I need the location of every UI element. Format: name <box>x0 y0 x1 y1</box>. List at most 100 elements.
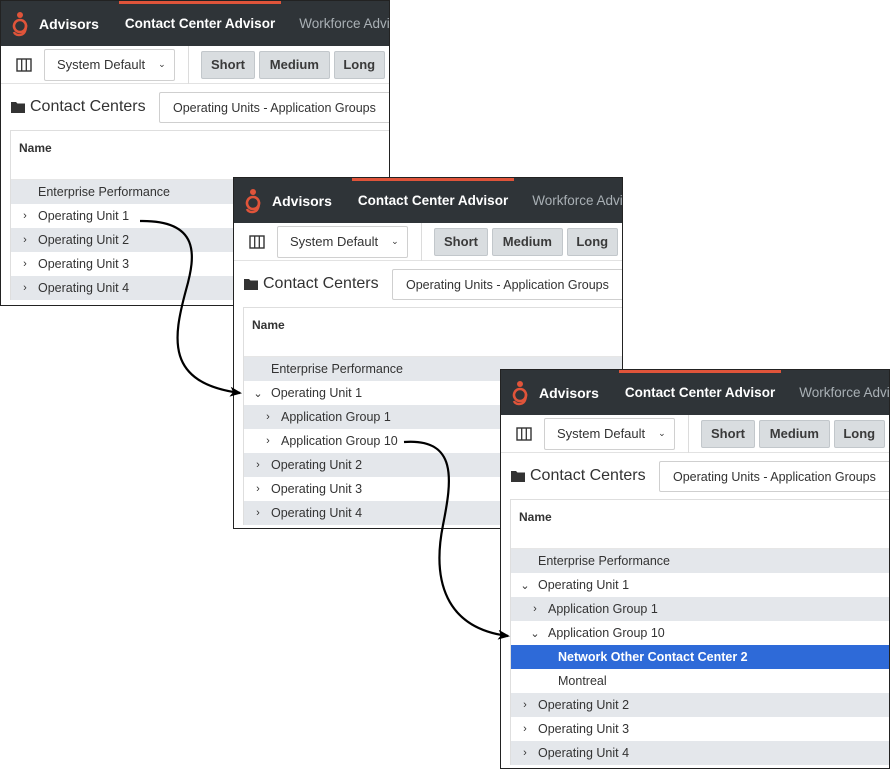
chevron-right-icon[interactable]: › <box>520 723 530 735</box>
chevron-down-icon[interactable]: ⌄ <box>530 627 540 640</box>
column-header-name: Name <box>244 308 622 357</box>
genesys-logo-icon <box>511 379 529 407</box>
columns-icon[interactable] <box>249 234 265 249</box>
long-period-button[interactable]: Long <box>566 227 618 256</box>
tree-row[interactable]: › Operating Unit 4 <box>511 741 889 765</box>
tree-row-label: Application Group 10 <box>548 626 665 640</box>
tree-row-label: Operating Unit 2 <box>271 458 363 472</box>
toolbar: System Default ⌄ Short Medium Long <box>1 45 389 84</box>
chevron-right-icon[interactable]: › <box>20 282 30 294</box>
column-header-name: Name <box>11 131 389 180</box>
tree-row[interactable]: ⌄ Application Group 10 <box>511 621 889 645</box>
long-period-button[interactable]: Long <box>333 50 385 79</box>
chevron-right-icon[interactable]: › <box>20 234 30 246</box>
tree-row-label: Application Group 1 <box>548 602 658 616</box>
view-select[interactable]: System Default ⌄ <box>277 225 408 258</box>
chevron-right-icon[interactable]: › <box>530 603 540 615</box>
section-title: Contact Centers <box>530 467 646 484</box>
tree-row-label: Montreal <box>558 674 607 688</box>
tree-row-label: Enterprise Performance <box>538 554 671 568</box>
tab-workforce-advisor[interactable]: Workforce Advisor <box>532 178 622 223</box>
chevron-down-icon: ⌄ <box>391 236 399 246</box>
tree-row[interactable]: ›Network Other Contact Center 2 <box>511 645 889 669</box>
tree-row-label: Application Group 1 <box>281 410 391 424</box>
tree-row[interactable]: › Operating Unit 2 <box>511 693 889 717</box>
chevron-down-icon[interactable]: ⌄ <box>520 579 530 592</box>
tree-row-label: Operating Unit 1 <box>538 578 630 592</box>
top-nav: Advisors Contact Center Advisor Workforce … <box>501 370 889 415</box>
chevron-right-icon[interactable]: › <box>263 411 273 423</box>
grouping-select[interactable]: Operating Units - Application Groups <box>159 92 389 123</box>
advisor-panel-3: Advisors Contact Center Advisor Workforce … <box>500 369 890 769</box>
chevron-right-icon[interactable]: › <box>253 507 263 519</box>
toolbar: System Default ⌄ Short Medium Long <box>501 414 889 453</box>
section-title: Contact Centers <box>30 98 146 115</box>
long-period-button[interactable]: Long <box>833 419 885 448</box>
brand-title: Advisors <box>539 384 599 401</box>
tab-workforce-advisor[interactable]: Workforce Advisor <box>299 1 389 46</box>
tab-contact-center-advisor[interactable]: Contact Center Advisor <box>118 1 282 46</box>
medium-period-button[interactable]: Medium <box>259 50 330 79</box>
top-nav: Advisors Contact Center Advisor Workforce … <box>1 1 389 46</box>
genesys-logo-icon <box>11 10 29 38</box>
section-header: Contact Centers Operating Units - Applica… <box>501 453 889 499</box>
medium-period-button[interactable]: Medium <box>759 419 830 448</box>
medium-period-button[interactable]: Medium <box>492 227 563 256</box>
grouping-select[interactable]: Operating Units - Application Groups <box>659 461 889 492</box>
toolbar-divider <box>187 45 189 84</box>
brand-title: Advisors <box>272 192 332 209</box>
tree-row-label: Operating Unit 4 <box>538 746 630 760</box>
tab-workforce-advisor[interactable]: Workforce Advisor <box>799 370 889 415</box>
tree-row[interactable]: ⌄ Operating Unit 1 <box>511 573 889 597</box>
chevron-right-icon[interactable]: › <box>253 483 263 495</box>
top-nav: Advisors Contact Center Advisor Workforce … <box>234 178 622 223</box>
tree-row[interactable]: ›Montreal <box>511 669 889 693</box>
folder-icon <box>244 278 258 290</box>
view-select-value: System Default <box>557 426 646 441</box>
section-title: Contact Centers <box>263 275 379 292</box>
tree-row-label: Operating Unit 4 <box>38 281 130 295</box>
toolbar-divider <box>420 222 422 261</box>
chevron-right-icon[interactable]: › <box>520 699 530 711</box>
folder-icon <box>511 470 525 482</box>
tree-row-label: Operating Unit 1 <box>38 209 130 223</box>
tree-row-label: Operating Unit 3 <box>38 257 130 271</box>
grouping-select[interactable]: Operating Units - Application Groups <box>392 269 622 300</box>
view-select-value: System Default <box>290 234 379 249</box>
chevron-right-icon[interactable]: › <box>520 747 530 759</box>
tree-row-label: Application Group 10 <box>281 434 398 448</box>
genesys-logo-icon <box>244 187 262 215</box>
tree-row-label: Operating Unit 2 <box>538 698 630 712</box>
view-select-value: System Default <box>57 57 146 72</box>
brand-title: Advisors <box>39 15 99 32</box>
tree-row-label: Operating Unit 1 <box>271 386 363 400</box>
chevron-down-icon: ⌄ <box>158 59 166 69</box>
columns-icon[interactable] <box>516 426 532 441</box>
tab-contact-center-advisor[interactable]: Contact Center Advisor <box>618 370 782 415</box>
chevron-right-icon[interactable]: › <box>263 435 273 447</box>
short-period-button[interactable]: Short <box>433 227 489 256</box>
tree-row-label: Enterprise Performance <box>38 185 171 199</box>
short-period-button[interactable]: Short <box>200 50 256 79</box>
toolbar-divider <box>687 414 689 453</box>
chevron-down-icon[interactable]: ⌄ <box>253 387 263 400</box>
tree-row-label: Operating Unit 4 <box>271 506 363 520</box>
tree-row[interactable]: ›Enterprise Performance <box>511 549 889 573</box>
tree-row-label: Network Other Contact Center 2 <box>558 650 748 664</box>
short-period-button[interactable]: Short <box>700 419 756 448</box>
tree-row-label: Operating Unit 3 <box>538 722 630 736</box>
view-select[interactable]: System Default ⌄ <box>544 417 675 450</box>
tab-contact-center-advisor[interactable]: Contact Center Advisor <box>351 178 515 223</box>
tree-row-label: Enterprise Performance <box>271 362 404 376</box>
tree-row[interactable]: › Operating Unit 3 <box>511 717 889 741</box>
view-select[interactable]: System Default ⌄ <box>44 48 175 81</box>
chevron-right-icon[interactable]: › <box>20 258 30 270</box>
chevron-right-icon[interactable]: › <box>20 210 30 222</box>
chevron-right-icon[interactable]: › <box>253 459 263 471</box>
column-header-name: Name <box>511 500 889 549</box>
section-header: Contact Centers Operating Units - Applica… <box>234 261 622 307</box>
toolbar: System Default ⌄ Short Medium Long <box>234 222 622 261</box>
columns-icon[interactable] <box>16 57 32 72</box>
tree-row-label: Operating Unit 3 <box>271 482 363 496</box>
tree-row[interactable]: › Application Group 1 <box>511 597 889 621</box>
